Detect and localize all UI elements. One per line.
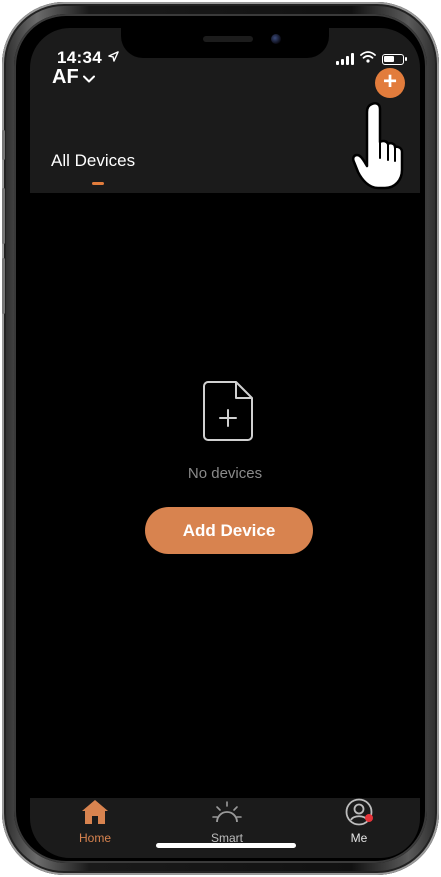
front-camera bbox=[271, 34, 281, 44]
nav-item-smart[interactable]: Smart bbox=[187, 798, 267, 846]
app-screen: 14:34 AF + All Devices No devices Add De… bbox=[30, 28, 420, 858]
empty-state-message: No devices bbox=[187, 465, 263, 482]
status-icons bbox=[336, 50, 407, 68]
mute-switch bbox=[2, 130, 5, 160]
signal-icon bbox=[336, 53, 354, 65]
bottom-tab-bar: Home Smart Me bbox=[30, 798, 420, 858]
home-name: AF bbox=[52, 66, 79, 88]
volume-down-button bbox=[2, 258, 5, 314]
tap-hand-icon bbox=[351, 101, 404, 190]
nav-label-home: Home bbox=[78, 831, 111, 845]
add-device-plus-button[interactable]: + bbox=[375, 68, 405, 98]
speaker-grille bbox=[203, 36, 253, 42]
add-device-button[interactable]: Add Device bbox=[145, 507, 313, 554]
chevron-down-icon bbox=[82, 66, 95, 89]
sun-icon bbox=[212, 801, 242, 823]
status-time: 14:34 bbox=[57, 48, 102, 67]
nav-item-home[interactable]: Home bbox=[55, 798, 135, 846]
notch bbox=[121, 28, 329, 58]
nav-label-me: Me bbox=[350, 831, 368, 845]
battery-icon bbox=[382, 53, 407, 65]
home-selector[interactable]: AF bbox=[52, 66, 95, 89]
notification-badge bbox=[365, 814, 373, 822]
wifi-icon bbox=[360, 50, 376, 68]
tab-active-indicator bbox=[92, 182, 104, 185]
volume-up-button bbox=[2, 188, 5, 244]
home-indicator[interactable] bbox=[156, 843, 296, 848]
nav-item-me[interactable]: Me bbox=[319, 798, 399, 846]
location-arrow-icon bbox=[108, 50, 119, 65]
file-add-icon bbox=[203, 381, 253, 441]
tab-all-devices[interactable]: All Devices bbox=[51, 151, 135, 171]
plus-icon: + bbox=[382, 68, 397, 95]
home-icon bbox=[82, 800, 108, 824]
